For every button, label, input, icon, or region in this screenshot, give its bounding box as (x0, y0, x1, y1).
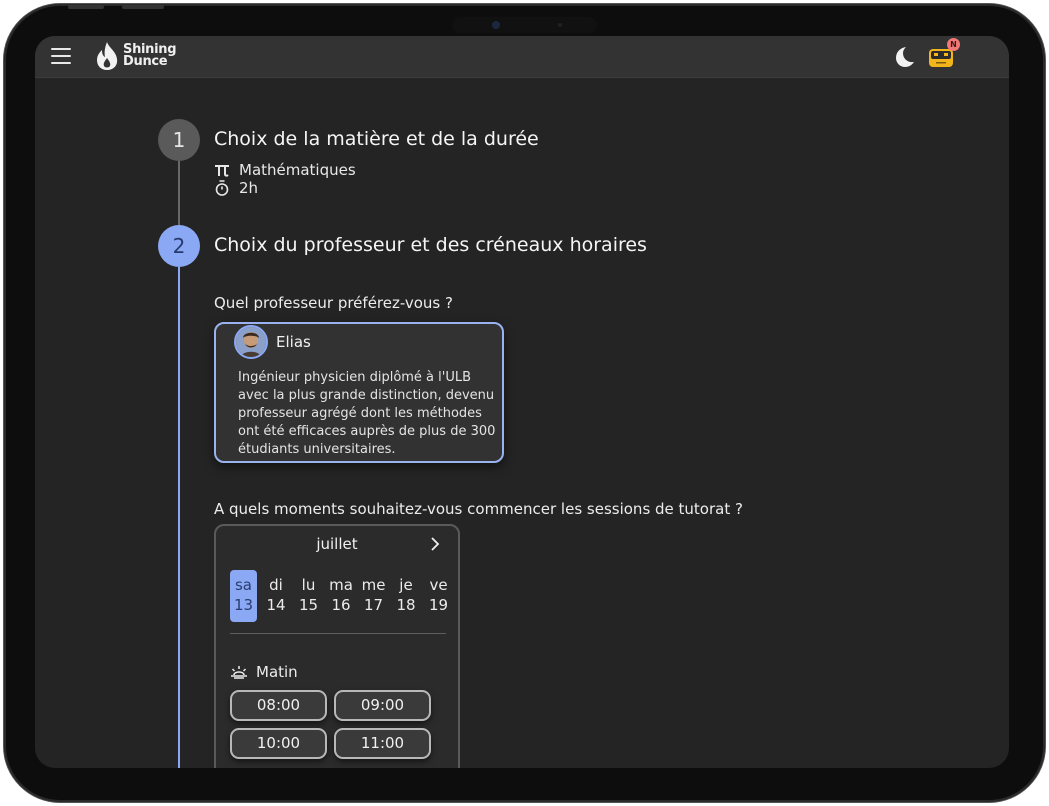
step-1-title[interactable]: Choix de la matière et de la durée (214, 128, 539, 150)
professor-avatar (234, 325, 268, 359)
professor-name: Elias (276, 333, 311, 351)
date-label: 15 (298, 596, 319, 614)
date-label: 18 (396, 596, 416, 614)
app-logo[interactable]: Shining Dunce (95, 41, 177, 71)
weekday-label: ma (329, 576, 353, 594)
day-di-14[interactable]: di 14 (263, 570, 290, 622)
step-1-indicator[interactable]: 1 (158, 119, 200, 161)
sensor-dot (558, 23, 562, 27)
logo-text: Shining Dunce (123, 43, 177, 69)
weekday-label: di (269, 576, 283, 594)
weekday-label: je (399, 576, 413, 594)
day-selector: sa 13 di 14 lu 15 ma 16 me 17 je 18 ve 1… (230, 570, 458, 622)
camera-lens (492, 21, 500, 29)
calendar-divider (230, 633, 446, 634)
duration-label: 2h (239, 179, 259, 197)
day-me-17[interactable]: me 17 (360, 570, 387, 622)
step-2-indicator[interactable]: 2 (158, 225, 200, 267)
time-slot-0900[interactable]: 09:00 (334, 690, 431, 721)
notification-badge[interactable]: N (947, 38, 960, 51)
step-connector-active (178, 267, 180, 768)
weekday-label: lu (301, 576, 316, 594)
date-label: 13 (233, 596, 254, 614)
day-lu-15[interactable]: lu 15 (295, 570, 322, 622)
weekday-label: ve (429, 576, 448, 594)
day-je-18[interactable]: je 18 (393, 570, 420, 622)
selected-duration: 2h (214, 179, 258, 197)
booking-stepper: 1 Choix de la matière et de la durée Mat… (35, 79, 1009, 768)
period-label: Matin (256, 663, 298, 681)
step-connector (178, 161, 180, 225)
date-label: 16 (331, 596, 351, 614)
day-ma-16[interactable]: ma 16 (328, 570, 355, 622)
date-label: 19 (428, 596, 449, 614)
time-slot-1100[interactable]: 11:00 (334, 728, 431, 759)
date-label: 17 (363, 596, 384, 614)
schedule-calendar: juillet sa 13 di 14 lu 15 ma 16 me 17 je… (214, 524, 460, 768)
time-slot-0800[interactable]: 08:00 (230, 690, 327, 721)
subject-label: Mathématiques (239, 161, 356, 179)
hamburger-menu-icon[interactable] (51, 48, 71, 66)
chevron-right-icon[interactable] (428, 536, 442, 552)
time-slot-1000[interactable]: 10:00 (230, 728, 327, 759)
calendar-month: juillet (316, 535, 358, 553)
flame-logo-icon (97, 42, 118, 70)
day-sa-13[interactable]: sa 13 (230, 570, 257, 622)
day-ve-19[interactable]: ve 19 (425, 570, 452, 622)
weekday-label: sa (234, 576, 252, 594)
top-bar: Shining Dunce N (35, 36, 1009, 78)
sunrise-icon (231, 666, 247, 679)
selected-subject: Mathématiques (214, 161, 356, 179)
schedule-question: A quels moments souhaitez-vous commencer… (214, 500, 743, 518)
hardware-button (122, 5, 164, 9)
stopwatch-icon (214, 180, 230, 196)
step-2-title[interactable]: Choix du professeur et des créneaux hora… (214, 234, 647, 256)
weekday-label: me (361, 576, 386, 594)
hardware-button (68, 5, 104, 9)
professor-description: Ingénieur physicien diplômé à l'ULB avec… (238, 370, 496, 457)
dark-mode-moon-icon[interactable] (892, 45, 916, 69)
camera-bar (452, 17, 597, 33)
logo-line2: Dunce (123, 54, 168, 69)
professor-card-elias[interactable]: Elias Ingénieur physicien diplômé à l'UL… (214, 322, 504, 463)
pi-icon (214, 162, 230, 178)
app-screen: Shining Dunce N 1 Choix de la matière et… (35, 36, 1009, 768)
professor-question: Quel professeur préférez-vous ? (214, 294, 453, 312)
date-label: 14 (266, 596, 286, 614)
period-morning: Matin (230, 663, 298, 681)
